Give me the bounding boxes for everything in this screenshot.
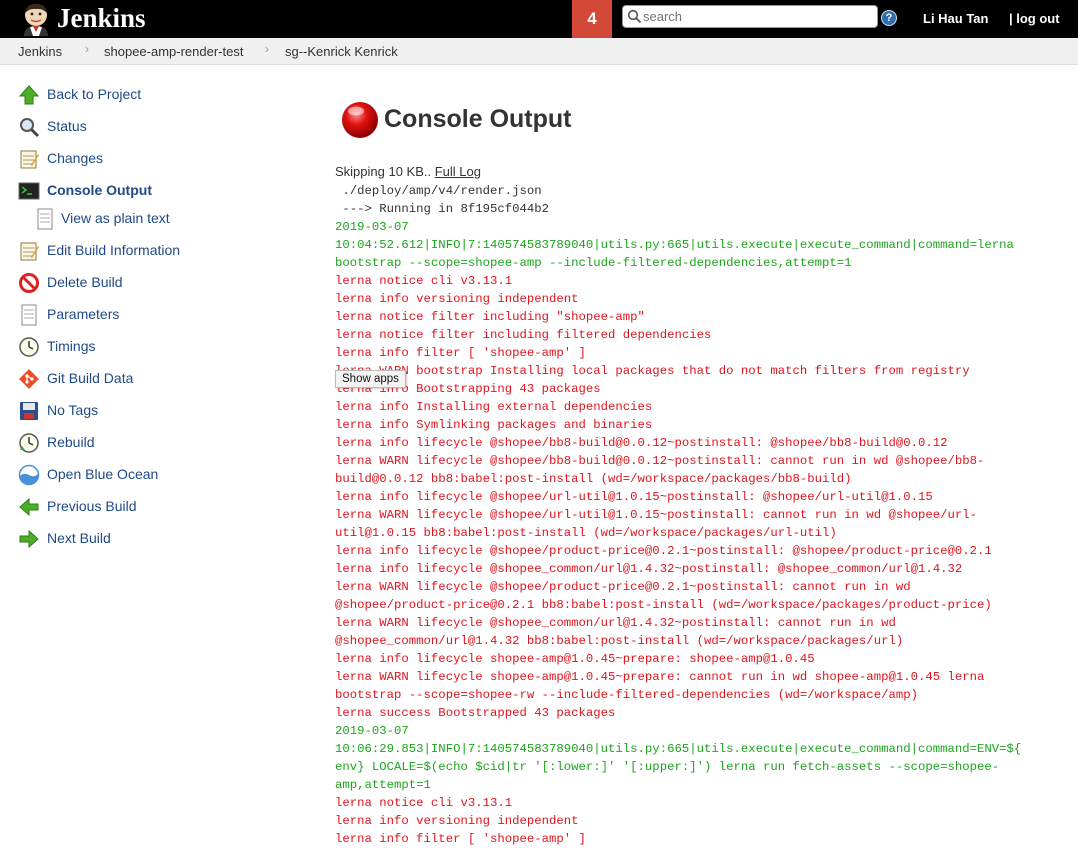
up-arrow-icon [18,85,40,105]
document-icon [21,304,37,326]
sidebar-item-label: View as plain text [61,210,170,226]
breadcrumb-separator: › [265,42,269,56]
console-line: lerna success Bootstrapped 43 packages [335,706,616,720]
console-line: 10:04:52.612|INFO|7:140574583789040|util… [335,238,1014,252]
console-line: env} LOCALE=$(echo $cid|tr '[:lower:]' '… [335,760,1000,774]
console-line: ./deploy/amp/v4/render.json [335,184,542,198]
skip-text: Skipping 10 KB.. [335,164,435,179]
skip-notice: Skipping 10 KB.. Full Log [335,164,481,179]
sidebar-item-label: Parameters [47,306,120,322]
console-line: build@0.0.12 bb8:babel:post-install (wd=… [335,472,852,486]
console-line: @shopee/product-price@0.2.1 bb8:babel:po… [335,598,992,612]
sidebar-item-label: Open Blue Ocean [47,466,159,482]
console-line: util@1.0.15 bb8:babel:post-install (wd=/… [335,526,837,540]
clock-icon [19,337,39,357]
console-line: lerna notice cli v3.13.1 [335,274,513,288]
sidebar-item-label: Console Output [47,182,152,198]
help-icon[interactable]: ? [881,10,897,26]
console-line: lerna WARN lifecycle @shopee_common/url@… [335,616,896,630]
search-box [622,5,878,28]
magnifier-icon [20,118,40,138]
sidebar-item-label: Timings [47,338,96,354]
sidebar-item-label: Rebuild [47,434,95,450]
sidebar-item-label: Delete Build [47,274,123,290]
console-line: lerna info Bootstrapping 43 packages [335,382,601,396]
console-line: lerna WARN lifecycle @shopee/url-util@1.… [335,508,978,522]
logout-link[interactable]: | log out [1009,11,1060,26]
console-line: lerna info lifecycle @shopee_common/url@… [335,562,963,576]
red-ball-status-icon [342,102,378,138]
sidebar-item-label: Edit Build Information [47,242,181,258]
console-line: lerna info Installing external dependenc… [335,400,653,414]
jenkins-brand[interactable]: Jenkins [57,2,146,34]
sidebar-item-label: Next Build [47,530,111,546]
no-entry-icon [19,273,39,293]
sidebar-item-label: Status [47,118,87,134]
blue-ocean-icon [18,464,40,486]
sidebar-item-label: Changes [47,150,104,166]
sidebar-item-label: Back to Project [47,86,142,102]
terminal-icon [18,182,40,200]
console-line: 10:06:29.853|INFO|7:140574583789040|util… [335,742,1022,756]
console-line: lerna info Symlinking packages and binar… [335,418,653,432]
console-line: lerna WARN lifecycle @shopee/product-pri… [335,580,911,594]
breadcrumb-separator: › [85,42,89,56]
git-icon [19,369,39,389]
left-arrow-icon [19,497,39,517]
console-line: lerna WARN lifecycle @shopee/bb8-build@0… [335,454,985,468]
console-line: ---> Running in 8f195cf044b2 [335,202,550,216]
page-title: Console Output [384,105,572,133]
sidebar-item-label: Previous Build [47,498,137,514]
full-log-link[interactable]: Full Log [435,164,481,179]
top-header: Jenkins 4 ? Li Hau Tan | log out [0,0,1078,38]
notepad-icon [20,150,39,169]
console-line: 2019-03-07 [335,220,409,234]
search-input[interactable] [643,8,873,25]
notepad-icon [20,242,39,261]
console-line: lerna info filter [ 'shopee-amp' ] [335,346,586,360]
clock-icon [19,433,39,453]
sidebar-item-label: No Tags [47,402,99,418]
console-line: lerna notice filter including filtered d… [335,328,712,342]
console-line: lerna info lifecycle @shopee/url-util@1.… [335,490,933,504]
sidebar-item-label: Git Build Data [47,370,134,386]
console-line: bootstrap --scope=shopee-amp --include-f… [335,256,852,270]
breadcrumb-build[interactable]: sg--Kenrick Kenrick [285,44,398,59]
user-name-link[interactable]: Li Hau Tan [923,11,988,26]
console-line: amp,attempt=1 [335,778,431,792]
console-line: lerna notice cli v3.13.1 [335,796,513,810]
console-line: lerna WARN lifecycle shopee-amp@1.0.45~p… [335,670,985,684]
floppy-icon [20,402,38,420]
console-output: ./deploy/amp/v4/render.json ---> Running… [335,182,1065,848]
console-line: lerna WARN bootstrap Installing local pa… [335,364,970,378]
show-apps-tooltip: Show apps [335,370,406,388]
console-line: lerna info versioning independent [335,814,579,828]
console-line: lerna notice filter including "shopee-am… [335,310,645,324]
document-icon [37,208,53,230]
breadcrumb-jenkins[interactable]: Jenkins [18,44,62,59]
breadcrumb: Jenkins › shopee-amp-render-test › sg--K… [0,38,1078,65]
right-arrow-icon [19,529,39,549]
console-line: @shopee_common/url@1.4.32 bb8:babel:post… [335,634,904,648]
notification-badge[interactable]: 4 [572,0,612,38]
console-line: bootstrap --scope=shopee-rw --include-fi… [335,688,918,702]
jenkins-logo-icon[interactable] [18,2,54,36]
console-line: lerna info lifecycle shopee-amp@1.0.45~p… [335,652,815,666]
console-line: 2019-03-07 [335,724,409,738]
search-icon [627,9,642,24]
console-line: lerna info filter [ 'shopee-amp' ] [335,832,586,846]
console-line: lerna info versioning independent [335,292,579,306]
console-line: lerna info lifecycle @shopee/product-pri… [335,544,992,558]
breadcrumb-project[interactable]: shopee-amp-render-test [104,44,243,59]
console-line: lerna info lifecycle @shopee/bb8-build@0… [335,436,948,450]
